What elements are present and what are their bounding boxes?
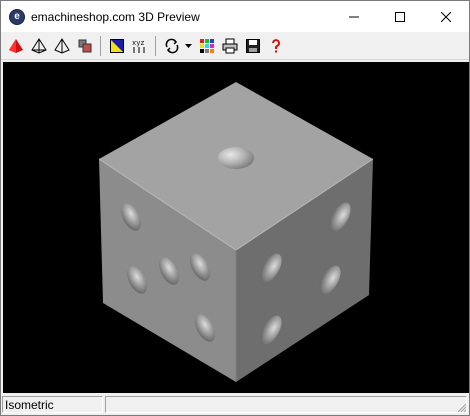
title-bar[interactable]: e emachineshop.com 3D Preview (1, 1, 469, 32)
status-pane-empty (105, 396, 467, 413)
axes-button[interactable]: xyz (128, 35, 151, 57)
close-icon (441, 11, 451, 22)
color-palette-button[interactable] (195, 35, 218, 57)
palette-icon (199, 38, 214, 53)
rotate-dropdown-button[interactable] (183, 35, 195, 57)
solid-view-button[interactable] (4, 35, 27, 57)
solid-cone-icon (8, 38, 23, 53)
app-icon[interactable]: e (9, 8, 25, 25)
minimize-button[interactable] (331, 1, 377, 32)
color-scheme-button[interactable] (105, 35, 128, 57)
svg-text:xyz: xyz (132, 40, 145, 48)
outline-view-button[interactable] (50, 35, 73, 57)
maximize-icon (395, 11, 405, 22)
outline-cone-icon (53, 37, 70, 54)
minimize-icon (349, 16, 359, 17)
window-title: emachineshop.com 3D Preview (31, 9, 200, 24)
wireframe-cone-icon (30, 37, 47, 54)
xyz-axes-icon: xyz (132, 40, 145, 53)
maximize-button[interactable] (377, 1, 423, 32)
close-button[interactable] (423, 1, 469, 32)
status-bar: Isometric (1, 394, 469, 415)
toolbar-separator (100, 35, 101, 56)
dropdown-arrow-icon (185, 43, 192, 48)
printer-icon (222, 38, 237, 53)
blocks-icon (78, 39, 91, 52)
wireframe-view-button[interactable] (27, 35, 50, 57)
material-view-button[interactable] (73, 35, 96, 57)
color-fill-icon (109, 38, 124, 53)
resize-grip-icon[interactable] (455, 401, 467, 413)
help-button[interactable] (264, 35, 287, 57)
rotate-icon (165, 38, 178, 53)
save-button[interactable] (241, 35, 264, 57)
floppy-icon (245, 38, 260, 53)
print-button[interactable] (218, 35, 241, 57)
3d-viewport[interactable] (3, 62, 469, 393)
toolbar-separator (155, 35, 156, 56)
rotate-button[interactable] (160, 35, 183, 57)
preview-window: e emachineshop.com 3D Preview xyz Isomet… (0, 0, 470, 416)
die-pip (218, 147, 254, 169)
view-mode-status: Isometric (2, 396, 103, 413)
dice-model (98, 82, 374, 382)
help-icon (271, 38, 280, 52)
toolbar: xyz (1, 32, 469, 60)
